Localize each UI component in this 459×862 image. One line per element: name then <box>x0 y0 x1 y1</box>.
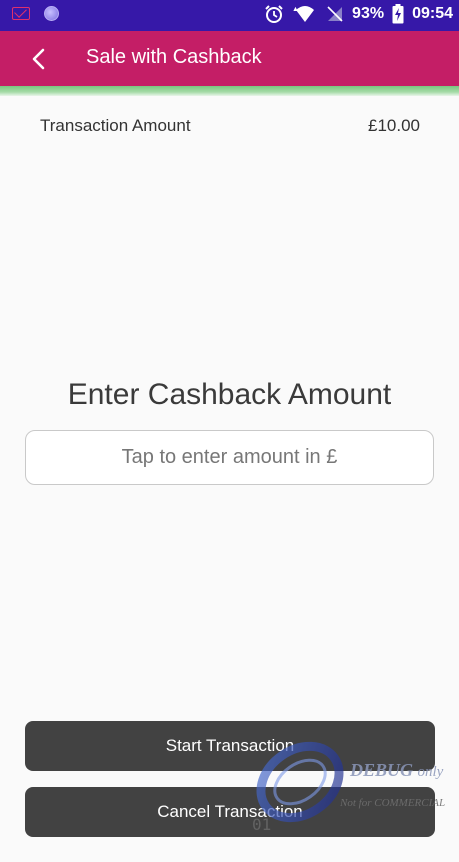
app-bar: Sale with Cashback <box>0 31 459 86</box>
cashback-title: Enter Cashback Amount <box>67 378 392 411</box>
status-bar: ▲ 93% 09:54 <box>0 0 459 31</box>
mail-icon <box>12 7 30 20</box>
page-title: Sale with Cashback <box>86 46 262 68</box>
battery-charging-icon <box>392 4 404 24</box>
transaction-amount-value: £10.00 <box>368 116 420 135</box>
chevron-left-icon <box>32 48 45 70</box>
app-bar-accent <box>0 86 459 96</box>
start-transaction-button[interactable]: Start Transaction <box>25 721 435 771</box>
no-signal-icon <box>327 6 343 22</box>
cancel-transaction-button[interactable]: Cancel Transaction <box>25 787 435 837</box>
back-button[interactable] <box>24 44 54 74</box>
alarm-icon <box>265 5 283 23</box>
transaction-amount-label: Transaction Amount <box>40 116 191 135</box>
battery-percent: 93% <box>352 5 385 22</box>
status-indicators: ▲ 93% 09:54 <box>264 4 453 24</box>
cashback-amount-input[interactable] <box>25 430 434 485</box>
globe-icon <box>44 6 59 21</box>
status-notifications <box>12 6 59 21</box>
wifi-icon: ▲ <box>292 6 315 22</box>
status-time: 09:54 <box>412 5 453 22</box>
transaction-amount-row: Transaction Amount £10.00 <box>40 116 420 136</box>
